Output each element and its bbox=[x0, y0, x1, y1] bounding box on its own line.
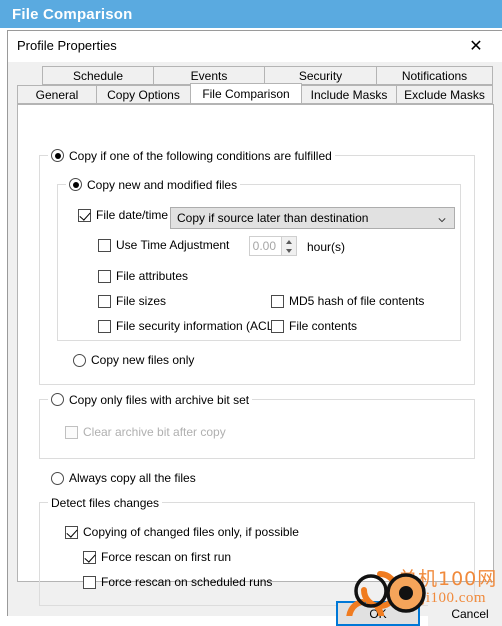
checkbox-file-contents[interactable]: File contents bbox=[271, 319, 357, 333]
group-archive-bit-label: Copy only files with archive bit set bbox=[69, 392, 250, 407]
profile-properties-dialog: Profile Properties ✕ Schedule Events Sec… bbox=[7, 30, 502, 626]
tab-label: Exclude Masks bbox=[404, 87, 485, 102]
checkbox-clear-archive-bit[interactable]: Clear archive bit after copy bbox=[65, 425, 226, 439]
combobox-date-compare-value: Copy if source later than destination bbox=[177, 211, 369, 225]
checkbox-copying-changed-only[interactable]: Copying of changed files only, if possib… bbox=[65, 525, 299, 539]
tab-file-comparison[interactable]: File Comparison bbox=[190, 83, 302, 104]
checkbox-force-rescan-scheduled[interactable]: Force rescan on scheduled runs bbox=[83, 575, 272, 589]
tab-label: Schedule bbox=[72, 68, 124, 83]
tab-label: Events bbox=[190, 68, 228, 83]
checkbox-file-attributes-label: File attributes bbox=[116, 269, 189, 283]
checkbox-file-sizes-label: File sizes bbox=[116, 294, 167, 308]
checkbox-file-attributes-box[interactable] bbox=[98, 269, 111, 283]
radio-copy-new-files-only[interactable]: Copy new files only bbox=[73, 353, 194, 367]
tab-bar: Schedule Events Security Notifications G… bbox=[17, 66, 494, 104]
radio-copy-new-modified[interactable] bbox=[69, 178, 82, 191]
spinner-up-icon[interactable] bbox=[282, 237, 296, 246]
group-copy-new-modified-label: Copy new and modified files bbox=[87, 177, 238, 192]
tab-label: Notifications bbox=[401, 68, 468, 83]
checkbox-copying-changed-only-box[interactable] bbox=[65, 525, 78, 539]
radio-archive-bit[interactable] bbox=[51, 393, 64, 406]
window-title-bar: File Comparison bbox=[0, 0, 502, 28]
checkbox-file-security-acls-box[interactable] bbox=[98, 319, 111, 333]
tab-label: File Comparison bbox=[202, 86, 290, 101]
spinner-time-adjustment-value: 0.00 bbox=[252, 239, 276, 253]
spinner-time-adjustment[interactable]: 0.00 bbox=[249, 236, 297, 256]
cancel-button[interactable]: Cancel bbox=[428, 601, 502, 626]
radio-always-copy-all-dot[interactable] bbox=[51, 471, 64, 485]
cancel-button-label: Cancel bbox=[451, 606, 489, 621]
radio-copy-new-files-only-label: Copy new files only bbox=[91, 353, 195, 367]
tab-copy-options[interactable]: Copy Options bbox=[96, 85, 191, 104]
radio-copy-new-files-only-dot[interactable] bbox=[73, 353, 86, 367]
spinner-buttons[interactable] bbox=[281, 237, 296, 255]
ok-button[interactable]: OK bbox=[336, 601, 420, 626]
checkbox-file-security-acls-label: File security information (ACLs) bbox=[116, 319, 284, 333]
checkbox-file-datetime-box[interactable] bbox=[78, 208, 91, 222]
group-copy-new-modified: Copy new and modified files File date/ti… bbox=[57, 177, 461, 341]
tab-notifications[interactable]: Notifications bbox=[376, 66, 493, 85]
window-title-text: File Comparison bbox=[12, 5, 133, 23]
screen: File Comparison Profile Properties ✕ Sch… bbox=[0, 0, 502, 626]
group-archive-bit: Copy only files with archive bit set Cle… bbox=[39, 392, 475, 459]
group-copy-conditions-legend[interactable]: Copy if one of the following conditions … bbox=[48, 148, 335, 163]
checkbox-use-time-adjustment-box[interactable] bbox=[98, 238, 111, 252]
radio-copy-conditions[interactable] bbox=[51, 149, 64, 162]
checkbox-force-rescan-first-run[interactable]: Force rescan on first run bbox=[83, 550, 231, 564]
dialog-title-bar: Profile Properties ✕ bbox=[8, 31, 502, 62]
tab-label: Include Masks bbox=[310, 87, 388, 102]
chevron-down-icon bbox=[438, 218, 446, 223]
combobox-date-compare-mode[interactable]: Copy if source later than destination bbox=[170, 207, 455, 229]
tab-schedule[interactable]: Schedule bbox=[42, 66, 154, 85]
tab-exclude-masks[interactable]: Exclude Masks bbox=[396, 85, 493, 104]
group-copy-new-modified-legend[interactable]: Copy new and modified files bbox=[66, 177, 241, 192]
group-copy-conditions-label: Copy if one of the following conditions … bbox=[69, 148, 332, 163]
checkbox-use-time-adjustment[interactable]: Use Time Adjustment bbox=[98, 238, 229, 252]
checkbox-md5-hash[interactable]: MD5 hash of file contents bbox=[271, 294, 424, 308]
checkbox-force-rescan-scheduled-box[interactable] bbox=[83, 575, 96, 589]
group-copy-conditions: Copy if one of the following conditions … bbox=[39, 148, 475, 385]
radio-always-copy-all[interactable]: Always copy all the files bbox=[51, 471, 196, 485]
group-archive-bit-legend[interactable]: Copy only files with archive bit set bbox=[48, 392, 253, 407]
group-detect-file-changes: Detect files changes Copying of changed … bbox=[39, 495, 475, 606]
checkbox-force-rescan-first-run-box[interactable] bbox=[83, 550, 96, 564]
checkbox-file-contents-label: File contents bbox=[289, 319, 358, 333]
checkbox-force-rescan-first-run-label: Force rescan on first run bbox=[101, 550, 232, 564]
spinner-time-adjustment-unit: hour(s) bbox=[307, 240, 346, 254]
checkbox-file-contents-box[interactable] bbox=[271, 319, 284, 333]
checkbox-file-sizes-box[interactable] bbox=[98, 294, 111, 308]
group-detect-file-changes-label: Detect files changes bbox=[51, 495, 160, 510]
tab-label: General bbox=[35, 87, 79, 102]
checkbox-file-sizes[interactable]: File sizes bbox=[98, 294, 166, 308]
tab-general[interactable]: General bbox=[17, 85, 97, 104]
group-detect-file-changes-legend: Detect files changes bbox=[48, 495, 163, 510]
checkbox-md5-hash-label: MD5 hash of file contents bbox=[289, 294, 425, 308]
close-icon[interactable]: ✕ bbox=[455, 31, 497, 61]
checkbox-use-time-adjustment-label: Use Time Adjustment bbox=[116, 238, 230, 252]
tab-label: Copy Options bbox=[107, 87, 180, 102]
checkbox-file-security-acls[interactable]: File security information (ACLs) bbox=[98, 319, 283, 333]
checkbox-file-datetime-label: File date/time bbox=[96, 208, 169, 222]
ok-button-label: OK bbox=[369, 606, 387, 621]
spinner-down-icon[interactable] bbox=[282, 246, 296, 255]
tab-row-lower: General Copy Options File Comparison Inc… bbox=[17, 83, 493, 104]
checkbox-clear-archive-bit-label: Clear archive bit after copy bbox=[83, 425, 226, 439]
radio-always-copy-all-label: Always copy all the files bbox=[69, 471, 196, 485]
checkbox-force-rescan-scheduled-label: Force rescan on scheduled runs bbox=[101, 575, 273, 589]
checkbox-clear-archive-bit-box[interactable] bbox=[65, 425, 78, 439]
checkbox-copying-changed-only-label: Copying of changed files only, if possib… bbox=[83, 525, 299, 539]
checkbox-file-datetime[interactable]: File date/time bbox=[78, 208, 168, 222]
dialog-title-text: Profile Properties bbox=[17, 38, 117, 53]
checkbox-file-attributes[interactable]: File attributes bbox=[98, 269, 188, 283]
tab-label: Security bbox=[298, 68, 343, 83]
tab-include-masks[interactable]: Include Masks bbox=[301, 85, 397, 104]
checkbox-md5-hash-box[interactable] bbox=[271, 294, 284, 308]
tab-panel-file-comparison: Copy if one of the following conditions … bbox=[17, 104, 494, 606]
